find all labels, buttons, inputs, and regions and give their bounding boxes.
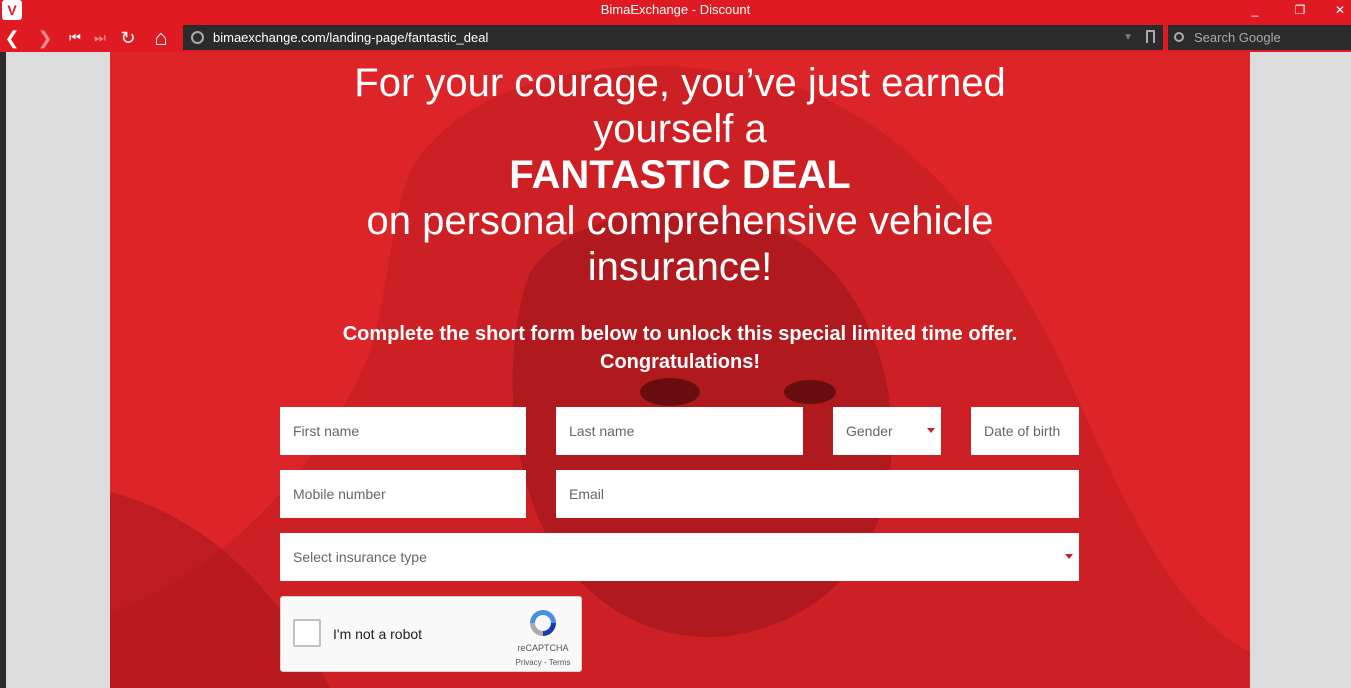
gender-select[interactable]: Gender	[833, 407, 941, 455]
chevron-down-icon[interactable]: ▼	[1123, 25, 1133, 50]
forward-button[interactable]: ❯	[33, 26, 57, 50]
globe-icon	[191, 31, 204, 44]
address-bar[interactable]: bimaexchange.com/landing-page/fantastic_…	[183, 25, 1163, 50]
search-field[interactable]: Search Google	[1168, 25, 1351, 50]
close-button[interactable]: ✕	[1320, 0, 1351, 22]
instructions-line-1: Complete the short form below to unlock …	[342, 323, 1018, 345]
fast-forward-button[interactable]: ⏭	[88, 26, 112, 50]
date-of-birth-field[interactable]: Date of birth	[971, 407, 1079, 455]
form-instructions: Complete the short form below to unlock …	[110, 320, 1250, 376]
instructions-line-2: Congratulations!	[600, 351, 760, 373]
rewind-button[interactable]: ⏮	[63, 26, 87, 50]
side-panel-strip	[0, 52, 6, 688]
window-title: BimaExchange - Discount	[600, 2, 751, 17]
insurance-type-label: Select insurance type	[293, 549, 427, 565]
window-titlebar: V BimaExchange - Discount _ ❐ ✕	[0, 0, 1351, 22]
recaptcha-brand: reCAPTCHA	[517, 643, 569, 653]
url-text: bimaexchange.com/landing-page/fantastic_…	[213, 30, 489, 45]
recaptcha-terms-link[interactable]: Privacy - Terms	[503, 658, 583, 667]
recaptcha-logo-icon	[530, 610, 556, 636]
landing-page: For your courage, you’ve just earned you…	[110, 52, 1250, 688]
navigation-bar: ❮ ❯ ⏮ ⏭ ↻ ⌂ bimaexchange.com/landing-pag…	[0, 22, 1351, 52]
back-button[interactable]: ❮	[0, 26, 24, 50]
recaptcha-widget: I'm not a robot reCAPTCHA Privacy - Term…	[280, 596, 582, 672]
insurance-type-select[interactable]: Select insurance type	[280, 533, 1079, 581]
caret-down-icon	[927, 428, 935, 433]
search-icon	[1174, 32, 1184, 42]
hero-headline: For your courage, you’ve just earned you…	[110, 60, 1250, 290]
recaptcha-label: I'm not a robot	[333, 626, 423, 642]
caret-down-icon	[1065, 554, 1073, 559]
minimize-button[interactable]: _	[1235, 0, 1275, 22]
reload-button[interactable]: ↻	[116, 26, 140, 50]
last-name-field[interactable]: Last name	[556, 407, 803, 455]
search-placeholder: Search Google	[1194, 30, 1281, 45]
home-button[interactable]: ⌂	[149, 26, 173, 50]
hero-line-5: insurance!	[587, 245, 773, 289]
maximize-button[interactable]: ❐	[1280, 0, 1320, 22]
hero-line-1: For your courage, you’ve just earned	[354, 61, 1006, 105]
gender-select-label: Gender	[846, 423, 893, 439]
bookmark-icon[interactable]	[1146, 30, 1155, 43]
email-field[interactable]: Email	[556, 470, 1079, 518]
hero-deal-text: FANTASTIC DEAL	[509, 153, 851, 197]
hero-line-4: on personal comprehensive vehicle	[366, 199, 994, 243]
hero-line-2: yourself a	[593, 107, 767, 151]
first-name-field[interactable]: First name	[280, 407, 526, 455]
mobile-number-field[interactable]: Mobile number	[280, 470, 526, 518]
recaptcha-checkbox[interactable]	[293, 619, 321, 647]
